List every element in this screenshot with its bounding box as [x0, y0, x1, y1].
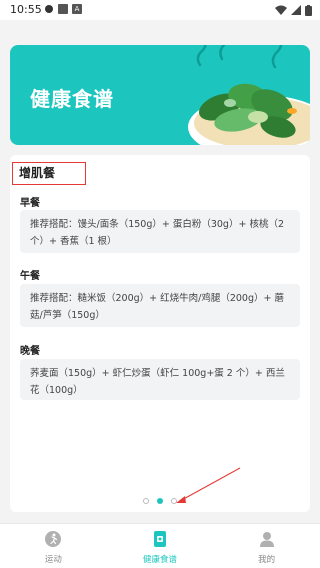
nav-label-recipes: 健康食谱 — [143, 555, 178, 565]
meal-name-dinner: 晚餐 — [20, 346, 40, 357]
page-dot-2[interactable] — [157, 498, 163, 504]
page-indicator — [143, 498, 177, 504]
recipe-card — [10, 155, 310, 512]
status-bar: 10:55 A — [0, 0, 320, 20]
meal-box-lunch: 推荐搭配：糙米饭（200g）+ 红烧牛肉/鸡腿（200g）+ 蘑菇/芦笋（150… — [20, 284, 300, 327]
notification-dot-icon — [45, 5, 53, 13]
meal-text-breakfast: 推荐搭配：馒头/面条（150g）+ 蛋白粉（30g）+ 核桃（2 个）+ 香蕉（… — [30, 219, 284, 247]
nav-item-exercise[interactable]: 运动 — [0, 524, 107, 568]
wifi-icon — [275, 5, 287, 15]
meal-name-breakfast: 早餐 — [20, 198, 40, 209]
recipe-book-icon — [154, 531, 166, 547]
battery-icon — [305, 4, 312, 16]
meal-text-dinner: 荞麦面（150g）+ 虾仁炒蛋（虾仁 100g+蛋 2 个）+ 西兰花（100g… — [30, 368, 285, 396]
status-time: 10:55 — [10, 3, 42, 16]
meal-box-breakfast: 推荐搭配：馒头/面条（150g）+ 蛋白粉（30g）+ 核桃（2 个）+ 香蕉（… — [20, 210, 300, 253]
nav-label-exercise: 运动 — [44, 555, 62, 565]
run-icon — [45, 531, 62, 547]
page-dot-3[interactable] — [171, 498, 177, 504]
meal-text-lunch: 推荐搭配：糙米饭（200g）+ 红烧牛肉/鸡腿（200g）+ 蘑菇/芦笋（150… — [30, 293, 284, 321]
recipe-banner[interactable]: 健康食谱 — [10, 45, 310, 145]
banner-title: 健康食谱 — [30, 87, 114, 111]
a-notification-icon: A — [72, 4, 82, 14]
nav-item-recipes[interactable]: 健康食谱 — [107, 524, 214, 568]
image-notification-icon — [58, 4, 68, 14]
section-title: 增肌餐 — [12, 162, 86, 185]
vegetable-bowl-illustration — [188, 45, 310, 145]
page-dot-1[interactable] — [143, 498, 149, 504]
nav-label-profile: 我的 — [258, 555, 276, 565]
nav-item-profile[interactable]: 我的 — [213, 524, 320, 568]
bottom-navigation: 运动 健康食谱 我的 — [0, 523, 320, 568]
status-indicators — [275, 4, 312, 16]
signal-icon — [291, 5, 301, 15]
profile-icon — [259, 532, 274, 547]
meal-name-lunch: 午餐 — [20, 271, 40, 282]
meal-box-dinner: 荞麦面（150g）+ 虾仁炒蛋（虾仁 100g+蛋 2 个）+ 西兰花（100g… — [20, 359, 300, 400]
